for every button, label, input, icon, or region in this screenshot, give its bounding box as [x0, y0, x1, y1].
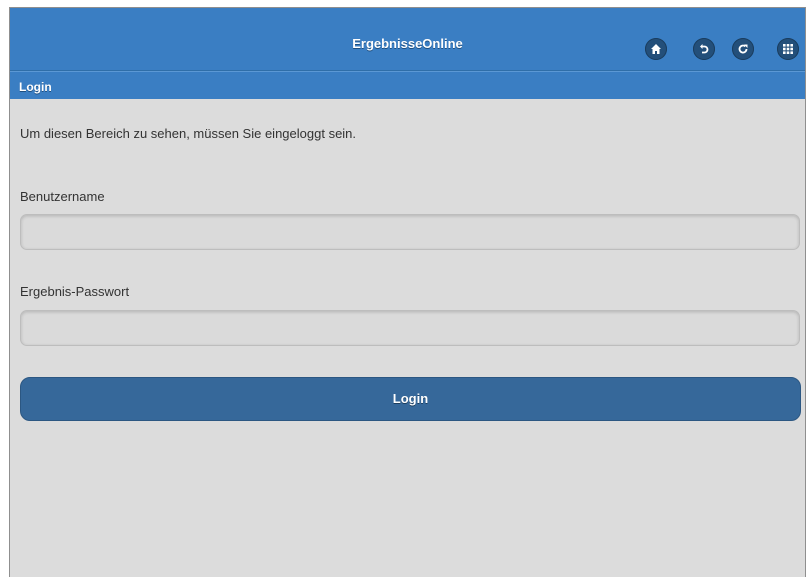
- home-button[interactable]: [645, 38, 667, 60]
- grid-icon: [782, 43, 794, 55]
- login-button[interactable]: Login: [20, 377, 801, 421]
- home-icon: [650, 43, 662, 55]
- app-header: ErgebnisseOnline: [10, 8, 805, 71]
- app-title: ErgebnisseOnline: [352, 36, 463, 51]
- username-input[interactable]: [20, 214, 800, 250]
- refresh-icon: [737, 43, 749, 55]
- back-button[interactable]: [693, 38, 715, 60]
- password-input[interactable]: [20, 310, 800, 346]
- username-label: Benutzername: [20, 189, 105, 204]
- refresh-button[interactable]: [732, 38, 754, 60]
- password-label: Ergebnis-Passwort: [20, 284, 130, 299]
- page-title: Login: [19, 80, 52, 94]
- page-subheader: Login: [10, 71, 805, 99]
- back-icon: [698, 43, 710, 55]
- login-intro-text: Um diesen Bereich zu sehen, müssen Sie e…: [20, 126, 357, 141]
- app-frame: ErgebnisseOnline Login Um diesen Bereich…: [9, 7, 806, 577]
- grid-button[interactable]: [777, 38, 799, 60]
